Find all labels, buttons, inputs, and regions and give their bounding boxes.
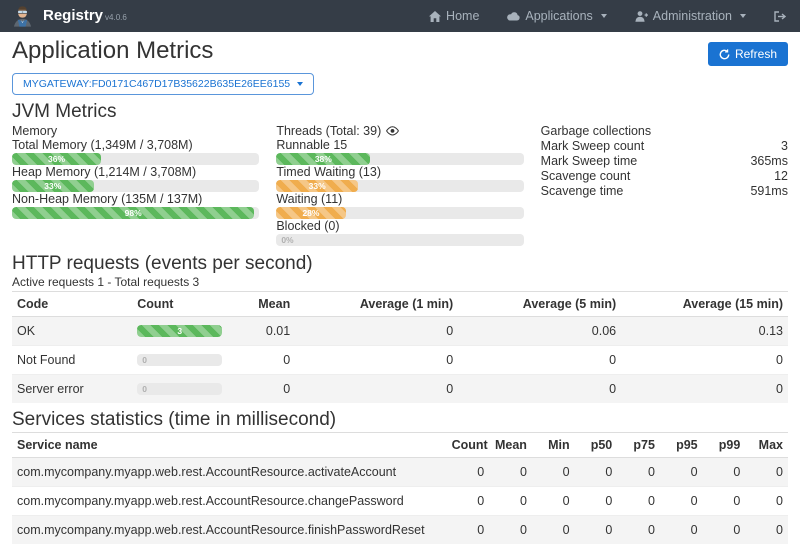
gc-row: Mark Sweep time365ms [541,154,788,169]
runnable-progress: 38% [276,153,523,165]
http-requests-title: HTTP requests (events per second) [12,253,788,274]
service-row: com.mycompany.myapp.web.rest.AccountReso… [12,516,788,544]
col-header-mean: Mean [233,292,295,317]
gc-row: Scavenge time591ms [541,184,788,199]
home-icon [429,11,441,22]
brand-title: Registryv4.0.6 [43,8,127,25]
caret-down-icon [601,14,607,18]
caret-down-icon [297,82,303,86]
services-statistics-title: Services statistics (time in millisecond… [12,409,788,430]
memory-title: Memory [12,124,259,138]
service-row: com.mycompany.myapp.web.rest.AccountReso… [12,487,788,516]
timed-waiting-label: Timed Waiting (13) [276,166,523,179]
caret-down-icon [740,14,746,18]
eye-icon[interactable] [386,126,399,136]
waiting-progress: 28% [276,207,523,219]
jvm-metrics-panel: Memory Total Memory (1,349M / 3,708M) 36… [12,124,788,247]
jvm-metrics-title: JVM Metrics [12,101,788,122]
heap-memory-label: Heap Memory (1,214M / 3,708M) [12,166,259,179]
services-table-header-row: Service name Count Mean Min p50 p75 p95 … [12,433,788,458]
http-row-not-found: Not Found 0 0 0 0 0 [12,346,788,375]
col-header-p50: p50 [575,433,618,458]
threads-column: Threads (Total: 39) Runnable 15 38% Time… [276,124,523,247]
col-header-p75: p75 [617,433,660,458]
col-header-p95: p95 [660,433,703,458]
col-header-count: Count [447,433,490,458]
refresh-icon [719,49,730,60]
http-table-header-row: Code Count Mean Average (1 min) Average … [12,292,788,317]
col-header-avg5: Average (5 min) [458,292,621,317]
brand-version: v4.0.6 [105,13,127,22]
http-row-server-error: Server error 0 0 0 0 0 [12,375,788,404]
col-header-min: Min [532,433,575,458]
gc-row: Mark Sweep count3 [541,139,788,154]
nav-item-home[interactable]: Home [429,9,479,23]
gc-title: Garbage collections [541,124,788,138]
sign-out-icon [774,11,786,22]
waiting-label: Waiting (11) [276,193,523,206]
instance-selector-dropdown[interactable]: MYGATEWAY:FD0171C467D17B35622B635E26EE61… [12,73,314,95]
blocked-label: Blocked (0) [276,220,523,233]
cloud-icon [507,11,520,21]
total-memory-progress: 36% [12,153,259,165]
nav-item-administration[interactable]: Administration [635,9,746,23]
col-header-service-name: Service name [12,433,447,458]
logout-button[interactable] [774,11,786,22]
blocked-progress: 0% [276,234,523,246]
count-progress: 0 [137,354,222,366]
nav-menu: Home Applications Administration [429,9,786,23]
navbar: Registryv4.0.6 Home Applications Adminis… [0,0,800,32]
nonheap-memory-label: Non-Heap Memory (135M / 137M) [12,193,259,206]
http-requests-subtitle: Active requests 1 - Total requests 3 [12,276,788,289]
main-content: Application Metrics Refresh MYGATEWAY:FD… [0,38,800,544]
registry-logo-icon [10,4,35,29]
refresh-button[interactable]: Refresh [708,42,788,66]
total-memory-label: Total Memory (1,349M / 3,708M) [12,139,259,152]
user-plus-icon [635,11,648,22]
col-header-avg15: Average (15 min) [621,292,788,317]
col-header-mean: Mean [489,433,532,458]
brand-link[interactable]: Registryv4.0.6 [10,4,127,29]
page-header: Application Metrics Refresh [12,38,788,66]
col-header-avg1: Average (1 min) [295,292,458,317]
memory-column: Memory Total Memory (1,349M / 3,708M) 36… [12,124,259,247]
http-row-ok: OK 3 0.01 0 0.06 0.13 [12,317,788,346]
heap-memory-progress: 33% [12,180,259,192]
nonheap-memory-progress: 98% [12,207,259,219]
http-requests-table: Code Count Mean Average (1 min) Average … [12,291,788,403]
count-progress: 0 [137,383,222,395]
nav-item-applications[interactable]: Applications [507,9,606,23]
count-progress: 3 [137,325,222,337]
threads-title: Threads (Total: 39) [276,124,523,138]
services-statistics-table: Service name Count Mean Min p50 p75 p95 … [12,432,788,544]
page-title: Application Metrics [12,38,213,63]
col-header-code: Code [12,292,132,317]
gc-column: Garbage collections Mark Sweep count3 Ma… [541,124,788,247]
gc-row: Scavenge count12 [541,169,788,184]
runnable-label: Runnable 15 [276,139,523,152]
service-row: com.mycompany.myapp.web.rest.AccountReso… [12,458,788,487]
timed-waiting-progress: 33% [276,180,523,192]
col-header-p99: p99 [703,433,746,458]
col-header-max: Max [745,433,788,458]
col-header-count: Count [132,292,233,317]
